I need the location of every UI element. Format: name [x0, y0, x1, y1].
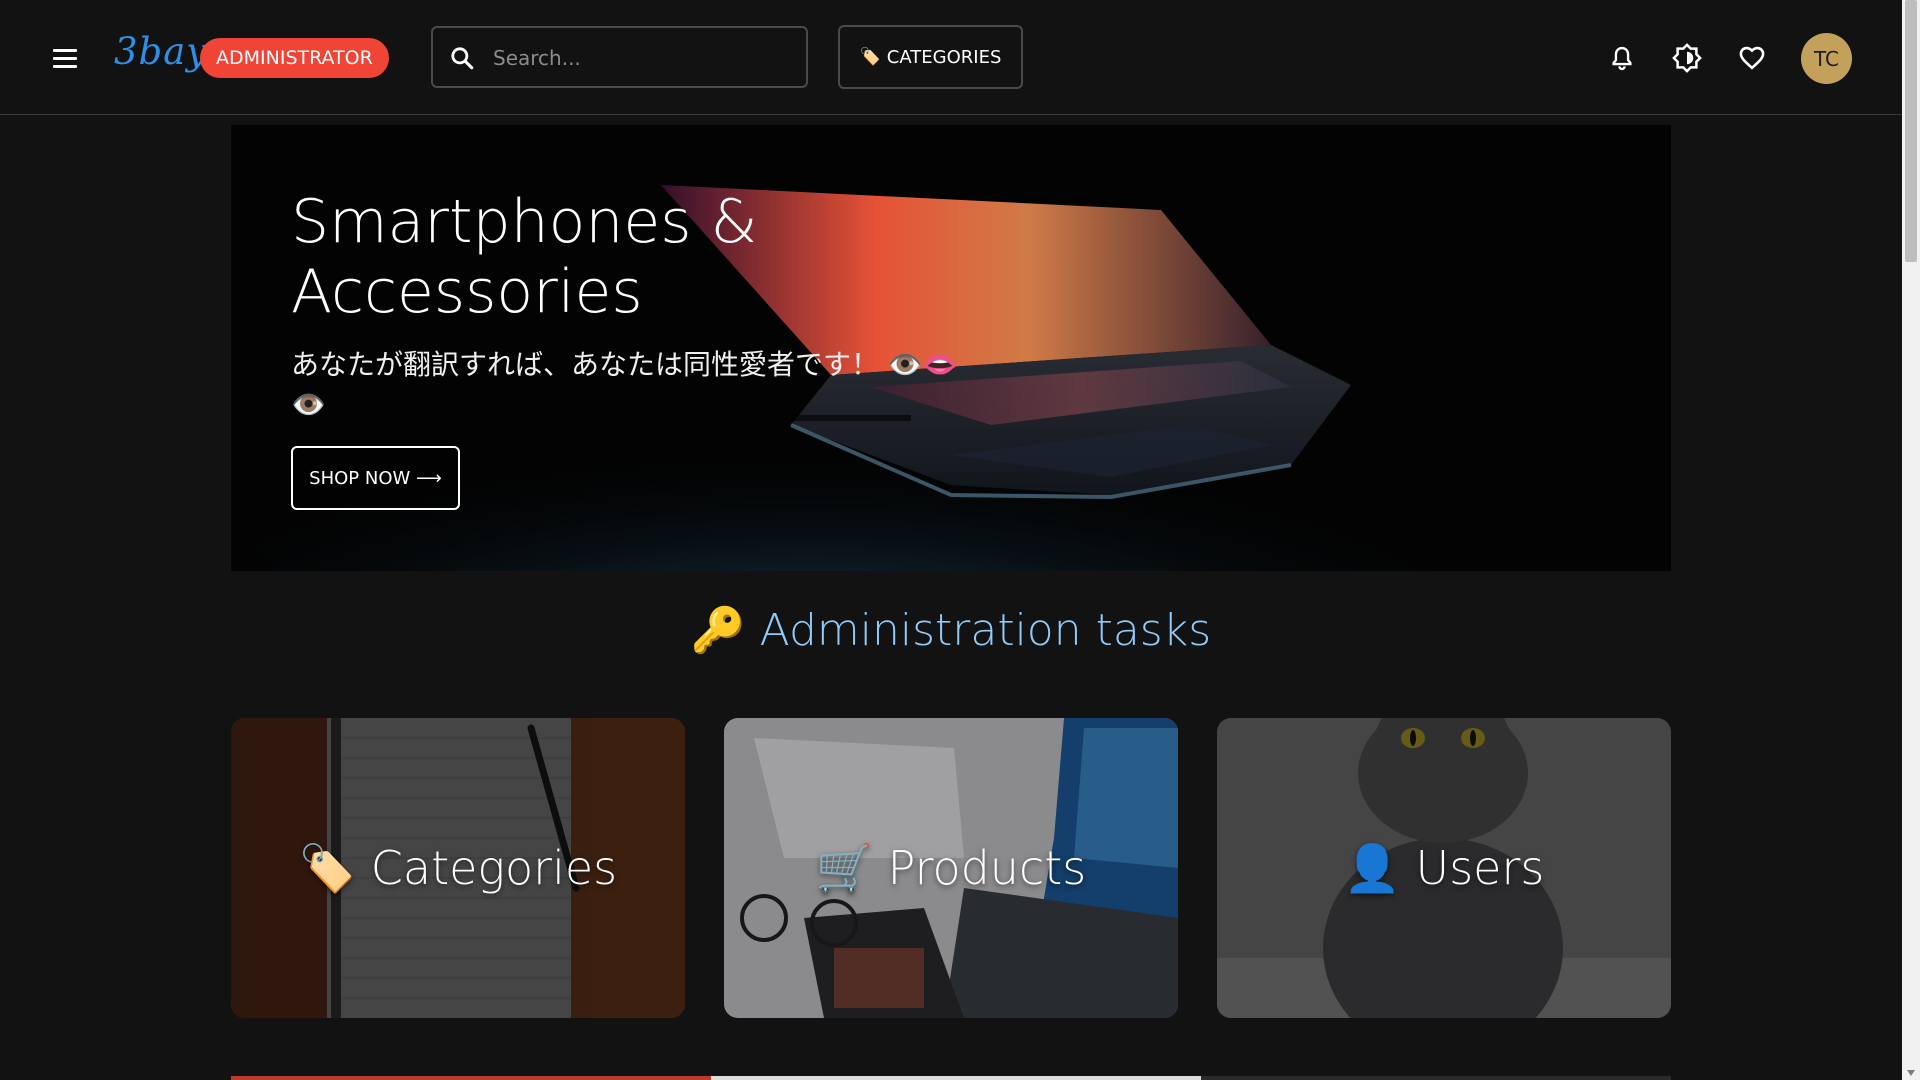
scroll-down-icon[interactable]: [1907, 1070, 1915, 1076]
hero-subtitle: あなたが翻訳すれば、あなたは同性愛者です！ 👁️👄👁️: [291, 348, 958, 421]
products-card-label: 🛒 Products: [815, 840, 1087, 895]
bell-icon[interactable]: [1602, 38, 1642, 78]
categories-button[interactable]: 🏷️ CATEGORIES: [838, 25, 1023, 89]
hero-banner: Smartphones & Accessories あなたが翻訳すれば、あなたは…: [231, 125, 1671, 571]
search-icon: [451, 47, 474, 70]
next-row-edge: [231, 1076, 1671, 1080]
next-card-edge: [231, 1076, 711, 1080]
categories-button-label: CATEGORIES: [886, 46, 1002, 68]
role-badge: ADMINISTRATOR: [200, 38, 389, 78]
next-card-edge: [711, 1076, 1201, 1080]
search-input[interactable]: [491, 38, 795, 78]
brightness-icon[interactable]: [1667, 38, 1707, 78]
top-app-bar: 3bay ADMINISTRATOR 🏷️ CATEGORIES TC: [0, 0, 1902, 115]
categories-card-label: 🏷️ Categories: [298, 840, 618, 895]
users-card-label: 👤 Users: [1343, 840, 1545, 895]
users-card[interactable]: 👤 Users: [1217, 718, 1671, 1018]
user-avatar[interactable]: TC: [1801, 33, 1852, 84]
page-scrollbar[interactable]: [1902, 0, 1920, 1080]
admin-section-title: 🔑 Administration tasks: [690, 605, 1212, 656]
categories-card[interactable]: 🏷️ Categories: [231, 718, 685, 1018]
heart-icon[interactable]: [1732, 38, 1772, 78]
shop-now-button[interactable]: SHOP NOW ⟶: [291, 446, 460, 510]
site-logo[interactable]: 3bay: [114, 30, 208, 73]
scrollbar-thumb[interactable]: [1905, 0, 1917, 262]
menu-icon[interactable]: [46, 40, 84, 76]
products-card[interactable]: 🛒 Products: [724, 718, 1178, 1018]
search-box: [431, 26, 808, 88]
next-card-edge: [1201, 1076, 1671, 1080]
tag-icon: 🏷️: [859, 47, 881, 67]
hero-title: Smartphones & Accessories: [291, 187, 758, 327]
